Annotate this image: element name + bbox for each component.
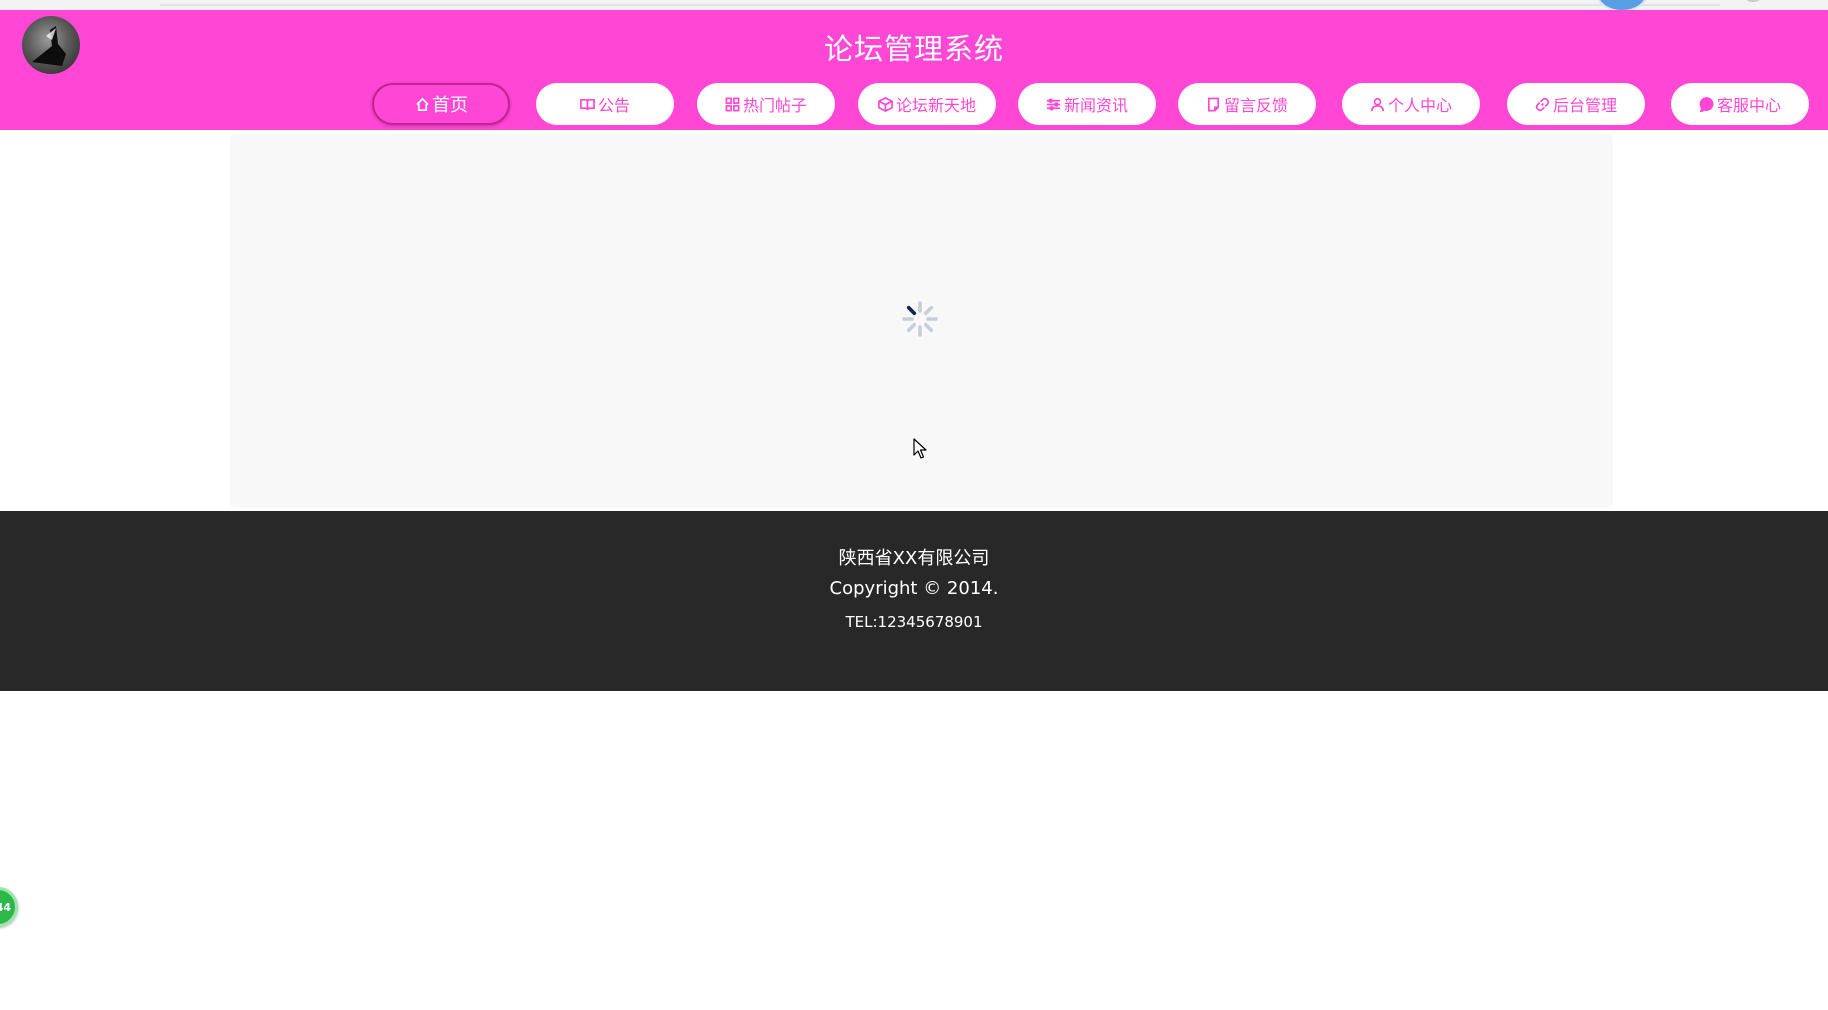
grid-icon bbox=[725, 96, 741, 112]
nav-item-news[interactable]: 新闻资讯 bbox=[1018, 83, 1156, 125]
side-float-badge[interactable]: 44 bbox=[0, 887, 18, 927]
mouse-cursor-icon bbox=[913, 438, 927, 459]
top-strip-line bbox=[160, 4, 1720, 6]
nav-item-home[interactable]: 首页 bbox=[372, 83, 510, 125]
nav-item-label: 留言反馈 bbox=[1223, 96, 1288, 115]
nav-item-hot-posts[interactable]: 热门帖子 bbox=[697, 83, 835, 125]
footer-copyright: Copyright © 2014. bbox=[829, 578, 999, 599]
nav-item-forum[interactable]: 论坛新天地 bbox=[858, 83, 996, 125]
nav-item-label: 论坛新天地 bbox=[895, 96, 976, 115]
browser-top-strip bbox=[0, 0, 1828, 10]
nav-item-label: 客服中心 bbox=[1716, 96, 1781, 115]
nav-item-personal-center[interactable]: 个人中心 bbox=[1342, 83, 1480, 125]
nav-item-feedback[interactable]: 留言反馈 bbox=[1178, 83, 1316, 125]
site-title: 论坛管理系统 bbox=[823, 32, 1004, 66]
book-icon bbox=[580, 96, 596, 112]
nav-item-label: 首页 bbox=[432, 95, 468, 116]
nav-item-admin[interactable]: 后台管理 bbox=[1507, 83, 1645, 125]
nav-item-label: 热门帖子 bbox=[742, 96, 807, 115]
home-icon bbox=[414, 96, 430, 112]
nav-item-label: 新闻资讯 bbox=[1063, 96, 1128, 115]
loading-spinner-icon bbox=[902, 301, 938, 337]
site-header: 论坛管理系统 首页 公告 热门帖子 论坛新天地 新闻资讯 留言反馈 个人中心 后… bbox=[0, 10, 1828, 130]
sliders-icon bbox=[1046, 96, 1062, 112]
nav-item-customer-service[interactable]: 客服中心 bbox=[1671, 83, 1809, 125]
side-badge-text: 44 bbox=[0, 900, 11, 914]
chat-icon bbox=[1699, 96, 1715, 112]
nav-item-label: 后台管理 bbox=[1552, 96, 1617, 115]
nav-item-label: 公告 bbox=[597, 96, 630, 115]
footer-company: 陕西省XX有限公司 bbox=[838, 548, 990, 569]
link-icon bbox=[1535, 96, 1551, 112]
site-footer: 陕西省XX有限公司 Copyright © 2014. TEL:12345678… bbox=[0, 511, 1828, 691]
nav-item-announcement[interactable]: 公告 bbox=[536, 83, 674, 125]
box-icon bbox=[878, 96, 894, 112]
footer-tel: TEL:12345678901 bbox=[845, 613, 983, 631]
note-icon bbox=[1206, 96, 1222, 112]
user-icon bbox=[1370, 96, 1386, 112]
nav-item-label: 个人中心 bbox=[1387, 96, 1452, 115]
main-nav: 首页 公告 热门帖子 论坛新天地 新闻资讯 留言反馈 个人中心 后台管理 客服中… bbox=[0, 83, 1828, 127]
